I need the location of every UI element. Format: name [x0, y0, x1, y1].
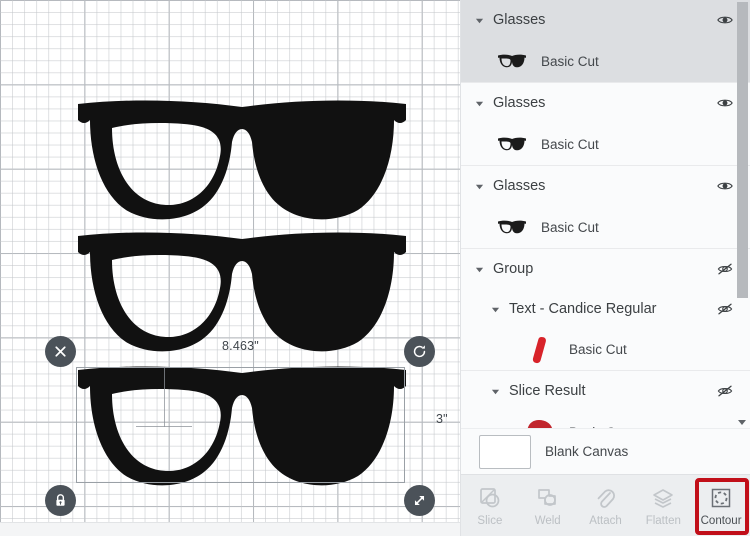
scroll-down-chevron-icon[interactable] — [737, 414, 747, 425]
eye-off-icon — [717, 303, 733, 315]
flatten-icon — [651, 485, 675, 511]
close-icon — [55, 346, 66, 357]
flatten-label: Flatten — [645, 514, 681, 527]
layer-child-row[interactable]: Basic Cut — [461, 411, 750, 428]
selection-bounding-box[interactable] — [76, 367, 405, 483]
canvas-bottom-strip — [0, 522, 460, 536]
delete-handle[interactable] — [45, 336, 76, 367]
contour-icon — [709, 485, 733, 511]
layer-group[interactable]: Group Text - Candice Regular Basic Cut S… — [461, 249, 750, 428]
layer-child-label: Basic Cut — [541, 53, 599, 69]
layer-child-label: Basic Cut — [569, 342, 627, 357]
layer-child-label: Basic Cut — [541, 136, 599, 152]
layer-child-row[interactable]: Basic Cut — [461, 206, 750, 248]
glasses-shape-middle[interactable] — [72, 230, 412, 355]
letter-stroke-thumbnail-icon — [523, 336, 557, 364]
visibility-toggle-icon[interactable] — [714, 382, 736, 400]
eye-icon — [717, 99, 733, 107]
resize-handle[interactable] — [404, 485, 435, 516]
eye-icon — [717, 182, 733, 190]
layer-subgroup-title: Slice Result — [509, 383, 586, 399]
weld-label: Weld — [534, 514, 561, 527]
lock-icon — [56, 494, 65, 506]
eye-off-icon — [717, 385, 733, 397]
canvas-label: Blank Canvas — [545, 444, 629, 459]
attach-icon — [593, 485, 617, 511]
layer-child-label: Basic Cut — [557, 425, 627, 429]
layer-title: Group — [493, 261, 534, 277]
glasses-thumbnail-icon — [495, 137, 529, 151]
layer-header-row[interactable]: Glasses — [461, 83, 750, 123]
layer-child-row[interactable]: Basic Cut — [461, 40, 750, 82]
attach-label: Attach — [589, 514, 622, 527]
chevron-down-icon[interactable] — [471, 265, 487, 274]
selection-center-guide-horizontal — [136, 426, 192, 427]
layer-subgroup-header-row[interactable]: Slice Result — [461, 371, 750, 411]
contour-label: Contour — [700, 514, 742, 527]
rotate-icon — [413, 345, 426, 358]
slice-button[interactable]: Slice — [461, 475, 519, 536]
layers-list[interactable]: Glasses Basic Cut Glasses Basic Cut Glas… — [461, 0, 750, 428]
layer-subgroup-title: Text - Candice Regular — [509, 301, 657, 317]
layer-title: Glasses — [493, 95, 546, 111]
layer-header-row[interactable]: Glasses — [461, 166, 750, 206]
chevron-down-icon[interactable] — [487, 305, 503, 314]
resize-diagonal-icon — [414, 495, 425, 506]
visibility-toggle-icon[interactable] — [714, 11, 736, 29]
visibility-toggle-icon[interactable] — [714, 94, 736, 112]
chevron-down-icon[interactable] — [471, 16, 487, 25]
visibility-toggle-icon[interactable] — [714, 177, 736, 195]
glasses-thumbnail-icon — [495, 54, 529, 68]
eye-icon — [717, 16, 733, 24]
eye-off-icon — [717, 263, 733, 275]
layers-scrollbar-thumb[interactable] — [737, 2, 748, 298]
chevron-down-icon[interactable] — [471, 99, 487, 108]
layers-panel: Glasses Basic Cut Glasses Basic Cut Glas… — [460, 0, 750, 536]
glasses-thumbnail-icon — [495, 220, 529, 234]
layer-header-row[interactable]: Group — [461, 249, 750, 289]
visibility-toggle-icon[interactable] — [714, 260, 736, 278]
contour-button[interactable]: Contour — [692, 475, 750, 536]
canvas-setting-row[interactable]: Blank Canvas — [461, 428, 750, 474]
layer-child-row[interactable]: Basic Cut — [461, 123, 750, 165]
visibility-toggle-icon[interactable] — [714, 300, 736, 318]
layer-title: Glasses — [493, 12, 546, 28]
lock-handle[interactable] — [45, 485, 76, 516]
slice-icon — [478, 485, 502, 511]
edit-toolbar: Slice Weld Attach Flatten Contour — [461, 474, 750, 536]
layer-child-label: Basic Cut — [541, 219, 599, 235]
blob-thumbnail-icon — [523, 419, 557, 428]
weld-button[interactable]: Weld — [519, 475, 577, 536]
layer-title: Glasses — [493, 178, 546, 194]
canvas-color-swatch[interactable] — [479, 434, 531, 469]
layer-subgroup-header-row[interactable]: Text - Candice Regular — [461, 289, 750, 329]
slice-label: Slice — [477, 514, 503, 527]
layers-scrollbar-track[interactable] — [737, 0, 749, 428]
weld-icon — [536, 485, 560, 511]
layer-group[interactable]: Glasses Basic Cut — [461, 0, 750, 83]
layer-group[interactable]: Glasses Basic Cut — [461, 83, 750, 166]
design-canvas[interactable]: 8.463" 3" — [0, 0, 460, 536]
selection-center-guide-vertical — [164, 367, 165, 427]
rotate-handle[interactable] — [404, 336, 435, 367]
chevron-down-icon[interactable] — [471, 182, 487, 191]
attach-button[interactable]: Attach — [577, 475, 635, 536]
chevron-down-icon[interactable] — [487, 387, 503, 396]
selection-height-label: 3" — [436, 412, 448, 426]
selection-width-label: 8.463" — [222, 339, 259, 353]
flatten-button[interactable]: Flatten — [634, 475, 692, 536]
layer-group[interactable]: Glasses Basic Cut — [461, 166, 750, 249]
layer-child-row[interactable]: Basic Cut — [461, 329, 750, 371]
layer-header-row[interactable]: Glasses — [461, 0, 750, 40]
glasses-shape-top[interactable] — [72, 98, 412, 223]
